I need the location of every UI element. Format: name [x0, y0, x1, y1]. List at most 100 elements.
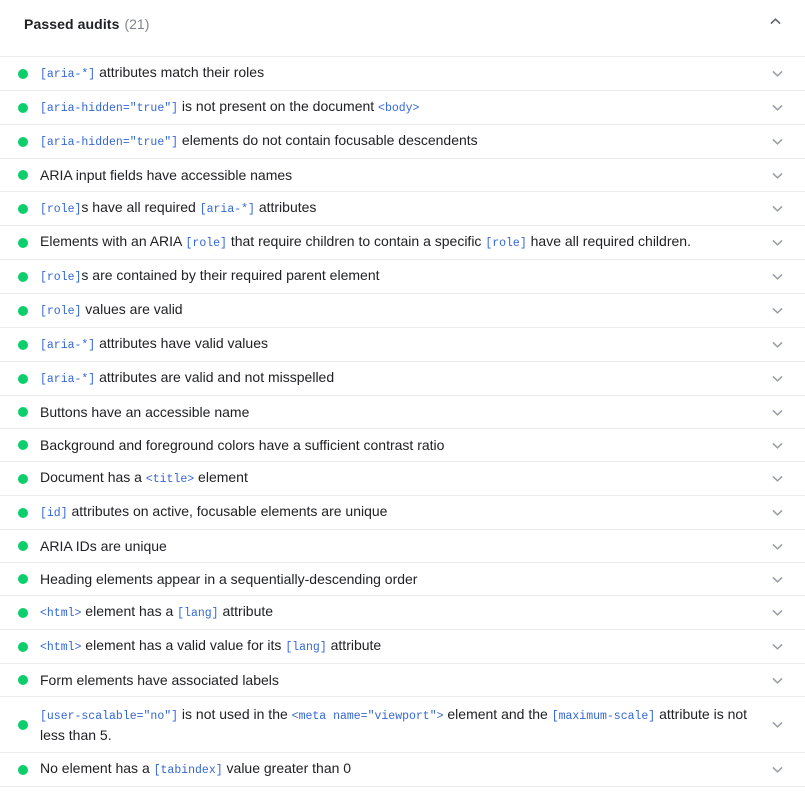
- audit-title: ARIA input fields have accessible names: [40, 160, 765, 191]
- audit-title: Background and foreground colors have a …: [40, 430, 765, 461]
- chevron-down-icon[interactable]: [771, 68, 783, 80]
- chevron-down-icon[interactable]: [771, 339, 783, 351]
- inline-code: <body>: [378, 102, 419, 115]
- audit-title: [aria-hidden="true"] elements do not con…: [40, 125, 765, 158]
- chevron-down-icon[interactable]: [771, 439, 783, 451]
- inline-code: [aria-hidden="true"]: [40, 136, 178, 149]
- chevron-down-icon[interactable]: [771, 719, 783, 731]
- audit-title: Elements with an ARIA [role] that requir…: [40, 226, 765, 259]
- chevron-down-icon[interactable]: [771, 406, 783, 418]
- audit-row[interactable]: [aria-hidden="true"] elements do not con…: [0, 125, 805, 159]
- audit-title: <html> element has a valid value for its…: [40, 630, 765, 663]
- audit-row[interactable]: [role] values are valid: [0, 294, 805, 328]
- inline-code: [role]: [485, 237, 526, 250]
- audit-row[interactable]: [aria-hidden="true"] is not present on t…: [0, 91, 805, 125]
- audit-title: [user-scalable="no"] is not used in the …: [40, 699, 765, 751]
- inline-code: [role]: [40, 271, 81, 284]
- inline-code: [role]: [186, 237, 227, 250]
- chevron-down-icon[interactable]: [771, 764, 783, 776]
- chevron-down-icon[interactable]: [771, 674, 783, 686]
- audit-title: [aria-*] attributes have valid values: [40, 328, 765, 361]
- audit-row[interactable]: <html> element has a [lang] attribute: [0, 596, 805, 630]
- audit-title: [aria-*] attributes are valid and not mi…: [40, 362, 765, 395]
- passed-audits-count: (21): [124, 17, 149, 31]
- chevron-down-icon[interactable]: [771, 473, 783, 485]
- audit-row[interactable]: Background and foreground colors have a …: [0, 429, 805, 462]
- chevron-down-icon[interactable]: [771, 237, 783, 249]
- pass-status-dot-icon: [18, 675, 28, 685]
- chevron-down-icon[interactable]: [771, 641, 783, 653]
- page-title: Passed audits: [24, 17, 119, 31]
- audit-title: ARIA IDs are unique: [40, 531, 765, 562]
- audit-row[interactable]: [aria-*] attributes match their roles: [0, 57, 805, 91]
- audit-row[interactable]: [role]s are contained by their required …: [0, 260, 805, 294]
- chevron-down-icon[interactable]: [771, 169, 783, 181]
- audit-title: Document has a <title> element: [40, 462, 765, 495]
- pass-status-dot-icon: [18, 340, 28, 350]
- audit-row[interactable]: [aria-*] attributes are valid and not mi…: [0, 362, 805, 396]
- audit-row[interactable]: ARIA IDs are unique: [0, 530, 805, 563]
- inline-code: [tabindex]: [154, 764, 223, 777]
- chevron-down-icon[interactable]: [771, 607, 783, 619]
- audit-row[interactable]: Form elements have associated labels: [0, 664, 805, 697]
- audit-row[interactable]: ARIA input fields have accessible names: [0, 159, 805, 192]
- inline-code: [aria-hidden="true"]: [40, 102, 178, 115]
- inline-code: [lang]: [285, 641, 326, 654]
- audit-row[interactable]: Buttons have an accessible name: [0, 396, 805, 429]
- audit-row[interactable]: [id] attributes on active, focusable ele…: [0, 496, 805, 530]
- pass-status-dot-icon: [18, 574, 28, 584]
- chevron-up-icon[interactable]: [767, 13, 783, 29]
- audit-row[interactable]: Document has a <title> element: [0, 462, 805, 496]
- pass-status-dot-icon: [18, 272, 28, 282]
- audit-title: Buttons have an accessible name: [40, 397, 765, 428]
- pass-status-dot-icon: [18, 541, 28, 551]
- audit-row[interactable]: [user-scalable="no"] is not used in the …: [0, 697, 805, 753]
- audit-title: [role]s have all required [aria-*] attri…: [40, 192, 765, 225]
- audit-title: [aria-hidden="true"] is not present on t…: [40, 91, 765, 124]
- passed-audits-header[interactable]: Passed audits (21): [0, 0, 805, 57]
- chevron-down-icon[interactable]: [771, 203, 783, 215]
- passed-audits-list: [aria-*] attributes match their roles[ar…: [0, 57, 805, 787]
- pass-status-dot-icon: [18, 720, 28, 730]
- inline-code: <html>: [40, 607, 81, 620]
- inline-code: <meta name="viewport">: [292, 710, 444, 723]
- audit-title: <html> element has a [lang] attribute: [40, 596, 765, 629]
- pass-status-dot-icon: [18, 170, 28, 180]
- audit-row[interactable]: [role]s have all required [aria-*] attri…: [0, 192, 805, 226]
- audit-row[interactable]: Elements with an ARIA [role] that requir…: [0, 226, 805, 260]
- section-bottom-spacer: [0, 787, 805, 805]
- audit-row[interactable]: No element has a [tabindex] value greate…: [0, 753, 805, 787]
- pass-status-dot-icon: [18, 306, 28, 316]
- inline-code: [id]: [40, 507, 68, 520]
- chevron-down-icon[interactable]: [771, 573, 783, 585]
- inline-code: [maximum-scale]: [552, 710, 656, 723]
- chevron-down-icon[interactable]: [771, 136, 783, 148]
- chevron-down-icon[interactable]: [771, 271, 783, 283]
- pass-status-dot-icon: [18, 608, 28, 618]
- pass-status-dot-icon: [18, 204, 28, 214]
- pass-status-dot-icon: [18, 137, 28, 147]
- pass-status-dot-icon: [18, 474, 28, 484]
- audit-title: Heading elements appear in a sequentiall…: [40, 564, 765, 595]
- passed-audits-section: Passed audits (21) [aria-*] attributes m…: [0, 0, 805, 805]
- pass-status-dot-icon: [18, 765, 28, 775]
- pass-status-dot-icon: [18, 374, 28, 384]
- audit-row[interactable]: <html> element has a valid value for its…: [0, 630, 805, 664]
- inline-code: <title>: [146, 473, 194, 486]
- audit-row[interactable]: Heading elements appear in a sequentiall…: [0, 563, 805, 596]
- audit-row[interactable]: [aria-*] attributes have valid values: [0, 328, 805, 362]
- audit-title: [id] attributes on active, focusable ele…: [40, 496, 765, 529]
- audit-title: [aria-*] attributes match their roles: [40, 57, 765, 90]
- chevron-down-icon[interactable]: [771, 507, 783, 519]
- pass-status-dot-icon: [18, 508, 28, 518]
- chevron-down-icon[interactable]: [771, 540, 783, 552]
- inline-code: [role]: [40, 305, 81, 318]
- inline-code: [aria-*]: [40, 339, 95, 352]
- inline-code: [user-scalable="no"]: [40, 710, 178, 723]
- pass-status-dot-icon: [18, 69, 28, 79]
- chevron-down-icon[interactable]: [771, 373, 783, 385]
- pass-status-dot-icon: [18, 440, 28, 450]
- chevron-down-icon[interactable]: [771, 102, 783, 114]
- audit-title: Form elements have associated labels: [40, 665, 765, 696]
- chevron-down-icon[interactable]: [771, 305, 783, 317]
